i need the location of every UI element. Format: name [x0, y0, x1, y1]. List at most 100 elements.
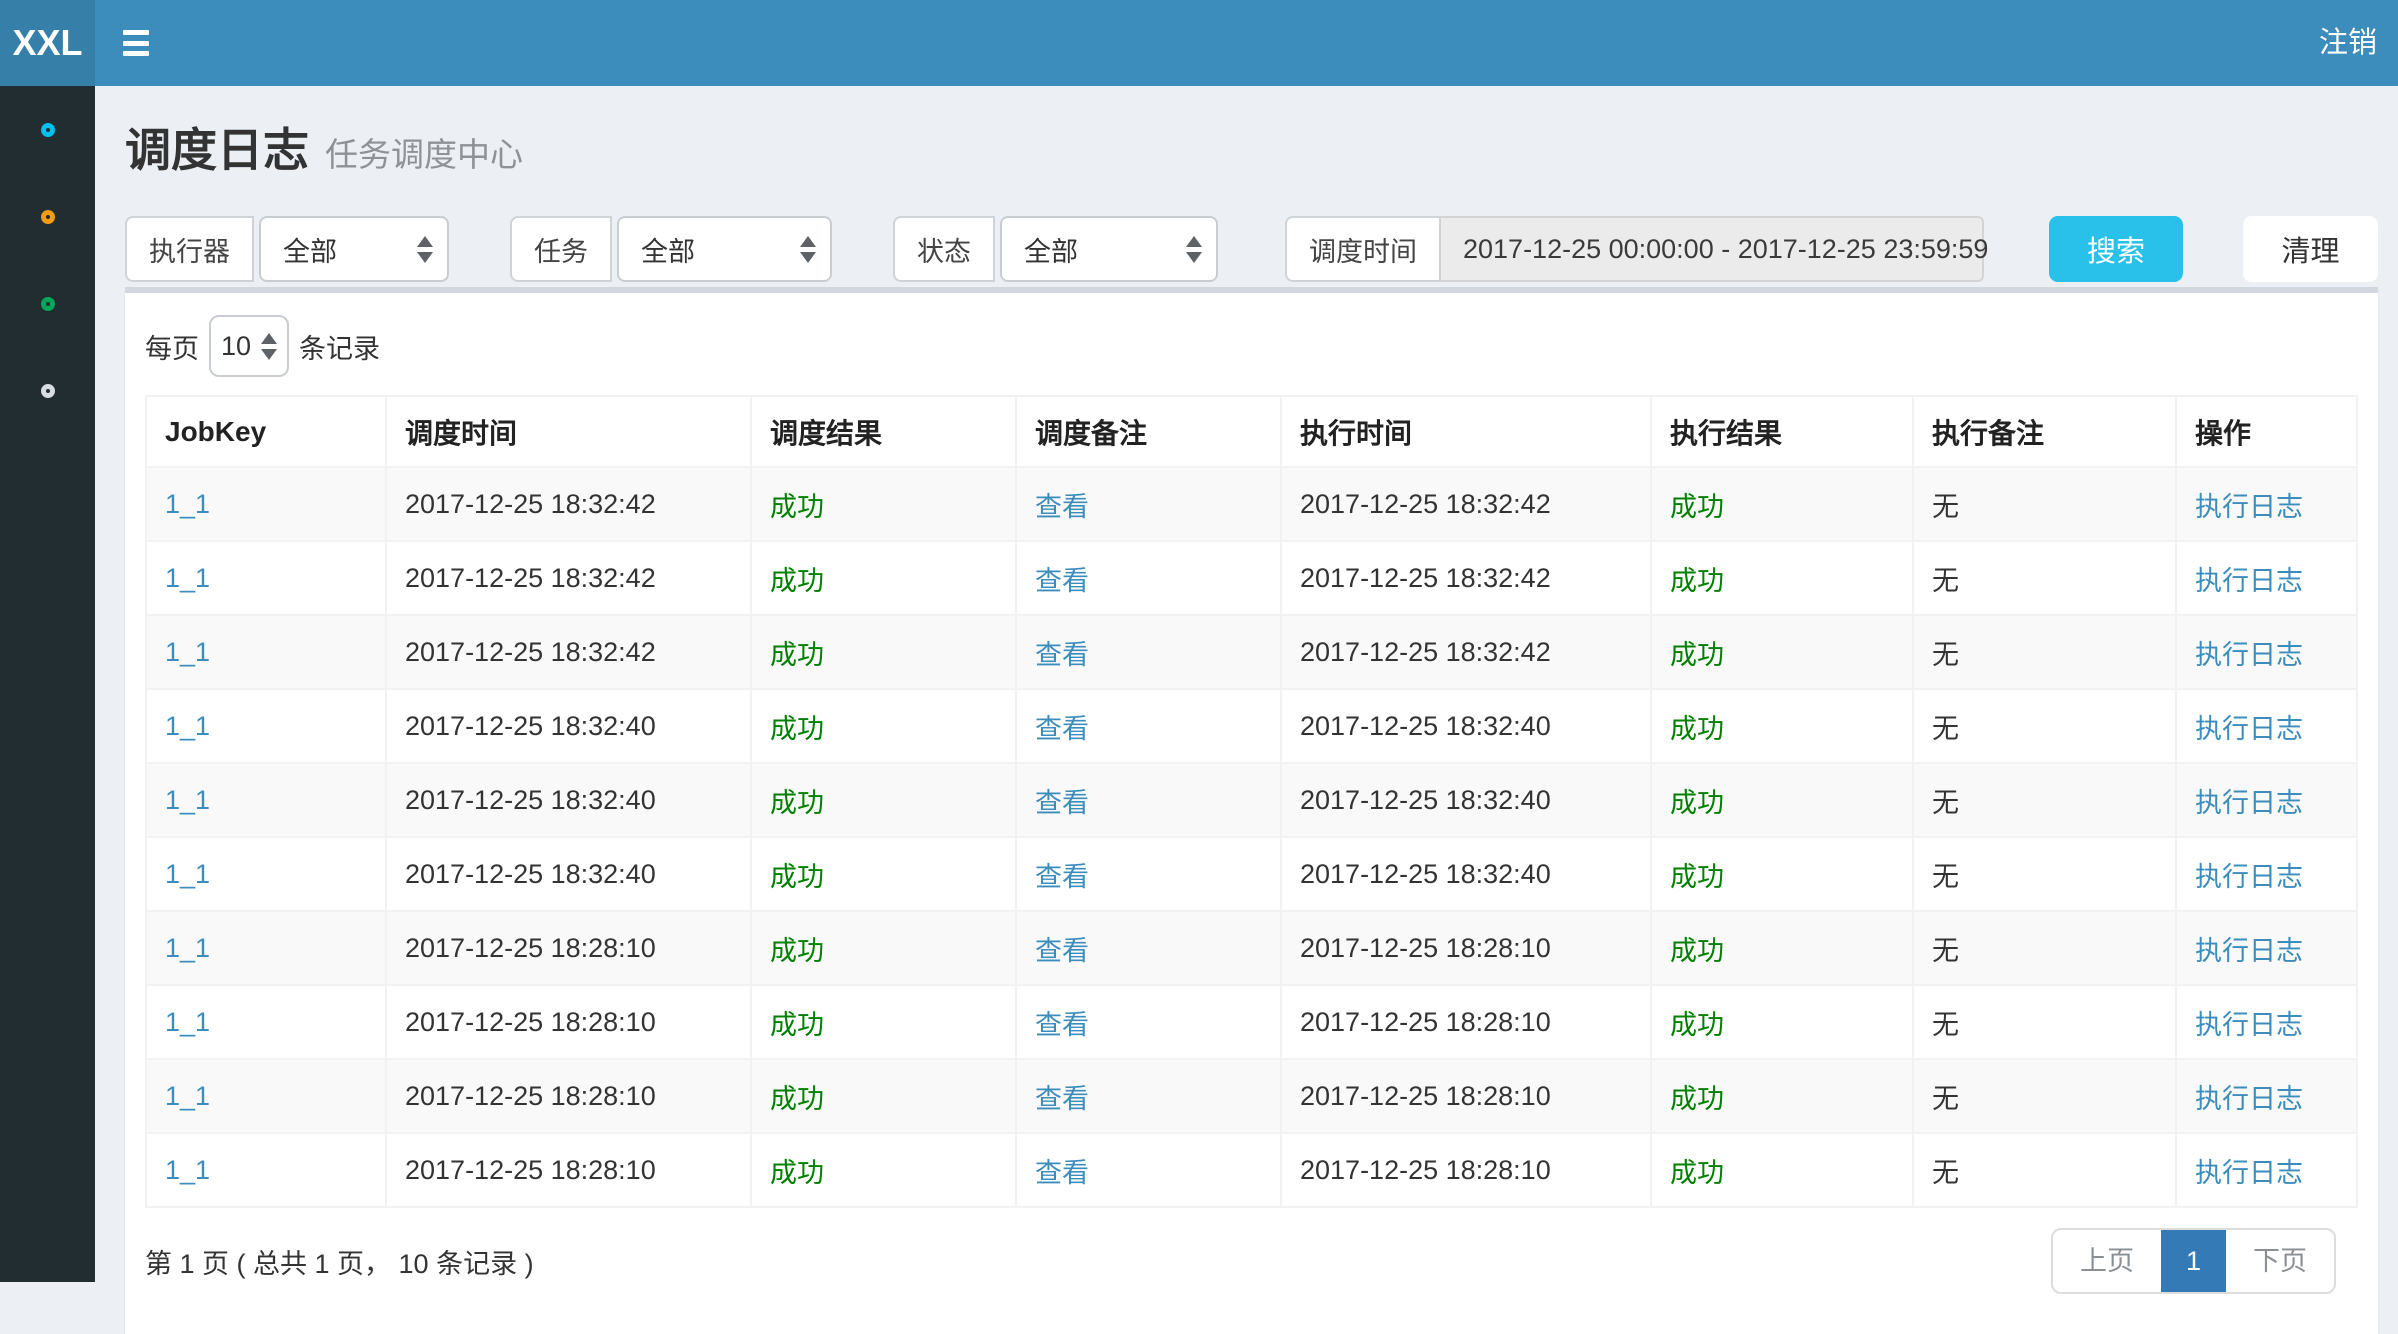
job-filter-select[interactable]: 全部 — [617, 216, 832, 282]
status-filter-group: 状态 全部 — [893, 216, 1218, 282]
trigger-msg-link[interactable]: 查看 — [1035, 1158, 1089, 1188]
exec-log-link[interactable]: 执行日志 — [2195, 492, 2303, 522]
exec-log-link[interactable]: 执行日志 — [2195, 862, 2303, 892]
exec-log-link[interactable]: 执行日志 — [2195, 714, 2303, 744]
exec-log-link[interactable]: 执行日志 — [2195, 1158, 2303, 1188]
trigger-msg-link[interactable]: 查看 — [1035, 640, 1089, 670]
trigger-msg-cell: 查看 — [1016, 911, 1281, 985]
trigger-msg-link[interactable]: 查看 — [1035, 566, 1089, 596]
col-header-handle-time: 执行时间 — [1281, 396, 1651, 467]
action-cell: 执行日志 — [2176, 1133, 2357, 1207]
action-cell: 执行日志 — [2176, 689, 2357, 763]
jobkey-link[interactable]: 1_1 — [165, 563, 210, 593]
trigger-result-cell: 成功 — [751, 541, 1016, 615]
trigger-time-range-input[interactable]: 2017-12-25 00:00:00 - 2017-12-25 23:59:5… — [1441, 216, 1984, 282]
sidebar-toggle-icon[interactable] — [123, 30, 149, 56]
trigger-msg-cell: 查看 — [1016, 541, 1281, 615]
circle-icon — [41, 384, 55, 398]
handle-result-cell: 成功 — [1651, 615, 1913, 689]
trigger-msg-cell: 查看 — [1016, 1059, 1281, 1133]
handle-result-cell: 成功 — [1651, 467, 1913, 541]
handle-result-cell: 成功 — [1651, 763, 1913, 837]
handle-time-cell: 2017-12-25 18:32:42 — [1281, 467, 1651, 541]
select-stepper-icon — [1186, 236, 1202, 263]
jobkey-cell: 1_1 — [146, 689, 386, 763]
page-length-select[interactable]: 10 — [209, 315, 289, 377]
exec-log-link[interactable]: 执行日志 — [2195, 788, 2303, 818]
trigger-result-cell: 成功 — [751, 1133, 1016, 1207]
table-footer: 第 1 页 ( 总共 1 页， 10 条记录 ) 上页 1 下页 — [145, 1228, 2358, 1294]
table-row: 1_1 2017-12-25 18:32:40 成功 查看 2017-12-25… — [146, 689, 2357, 763]
trigger-time-cell: 2017-12-25 18:28:10 — [386, 1059, 751, 1133]
length-prefix-label: 每页 — [145, 327, 199, 366]
trigger-result-cell: 成功 — [751, 911, 1016, 985]
page-length-value: 10 — [221, 331, 251, 362]
handle-result-cell: 成功 — [1651, 1133, 1913, 1207]
exec-log-link[interactable]: 执行日志 — [2195, 640, 2303, 670]
trigger-result-cell: 成功 — [751, 985, 1016, 1059]
handle-result-cell: 成功 — [1651, 837, 1913, 911]
trigger-result-cell: 成功 — [751, 689, 1016, 763]
trigger-msg-cell: 查看 — [1016, 1133, 1281, 1207]
trigger-msg-link[interactable]: 查看 — [1035, 492, 1089, 522]
sidebar-item-4[interactable] — [0, 347, 95, 434]
table-row: 1_1 2017-12-25 18:32:40 成功 查看 2017-12-25… — [146, 763, 2357, 837]
col-header-trigger-msg: 调度备注 — [1016, 396, 1281, 467]
jobkey-link[interactable]: 1_1 — [165, 1007, 210, 1037]
trigger-msg-link[interactable]: 查看 — [1035, 1010, 1089, 1040]
jobkey-link[interactable]: 1_1 — [165, 489, 210, 519]
page-header: 调度日志 任务调度中心 — [125, 114, 2378, 180]
trigger-time-cell: 2017-12-25 18:28:10 — [386, 911, 751, 985]
jobkey-link[interactable]: 1_1 — [165, 933, 210, 963]
select-stepper-icon — [261, 333, 277, 360]
app-logo[interactable]: XXL — [0, 0, 95, 86]
next-page-button[interactable]: 下页 — [2226, 1230, 2334, 1292]
clear-button[interactable]: 清理 — [2243, 216, 2378, 282]
table-row: 1_1 2017-12-25 18:32:42 成功 查看 2017-12-25… — [146, 541, 2357, 615]
exec-log-link[interactable]: 执行日志 — [2195, 566, 2303, 596]
trigger-msg-link[interactable]: 查看 — [1035, 862, 1089, 892]
executor-filter-select[interactable]: 全部 — [259, 216, 449, 282]
jobkey-link[interactable]: 1_1 — [165, 859, 210, 889]
jobkey-link[interactable]: 1_1 — [165, 637, 210, 667]
circle-icon — [41, 123, 55, 137]
circle-icon — [41, 297, 55, 311]
exec-log-link[interactable]: 执行日志 — [2195, 1084, 2303, 1114]
page-subtitle: 任务调度中心 — [325, 128, 523, 176]
jobkey-link[interactable]: 1_1 — [165, 711, 210, 741]
trigger-time-cell: 2017-12-25 18:28:10 — [386, 985, 751, 1059]
sidebar-item-3[interactable] — [0, 260, 95, 347]
page-number-button[interactable]: 1 — [2161, 1230, 2226, 1292]
handle-msg-cell: 无 — [1913, 1133, 2176, 1207]
sidebar-item-2[interactable] — [0, 173, 95, 260]
handle-msg-cell: 无 — [1913, 1059, 2176, 1133]
search-button[interactable]: 搜索 — [2049, 216, 2183, 282]
trigger-result-cell: 成功 — [751, 467, 1016, 541]
logout-button[interactable]: 注销 — [2319, 0, 2377, 86]
jobkey-cell: 1_1 — [146, 911, 386, 985]
trigger-time-cell: 2017-12-25 18:32:40 — [386, 763, 751, 837]
col-header-handle-result: 执行结果 — [1651, 396, 1913, 467]
trigger-msg-link[interactable]: 查看 — [1035, 936, 1089, 966]
trigger-msg-link[interactable]: 查看 — [1035, 788, 1089, 818]
col-header-jobkey: JobKey — [146, 396, 386, 467]
trigger-time-cell: 2017-12-25 18:28:10 — [386, 1133, 751, 1207]
jobkey-link[interactable]: 1_1 — [165, 1155, 210, 1185]
exec-log-link[interactable]: 执行日志 — [2195, 1010, 2303, 1040]
handle-result-cell: 成功 — [1651, 985, 1913, 1059]
action-cell: 执行日志 — [2176, 837, 2357, 911]
jobkey-cell: 1_1 — [146, 985, 386, 1059]
jobkey-cell: 1_1 — [146, 1059, 386, 1133]
trigger-msg-link[interactable]: 查看 — [1035, 1084, 1089, 1114]
trigger-time-cell: 2017-12-25 18:32:42 — [386, 541, 751, 615]
prev-page-button[interactable]: 上页 — [2053, 1230, 2161, 1292]
pagination-info: 第 1 页 ( 总共 1 页， 10 条记录 ) — [145, 1242, 534, 1281]
action-cell: 执行日志 — [2176, 615, 2357, 689]
sidebar-item-1[interactable] — [0, 86, 95, 173]
trigger-msg-link[interactable]: 查看 — [1035, 714, 1089, 744]
jobkey-link[interactable]: 1_1 — [165, 1081, 210, 1111]
jobkey-link[interactable]: 1_1 — [165, 785, 210, 815]
status-filter-select[interactable]: 全部 — [1000, 216, 1218, 282]
exec-log-link[interactable]: 执行日志 — [2195, 936, 2303, 966]
action-cell: 执行日志 — [2176, 763, 2357, 837]
